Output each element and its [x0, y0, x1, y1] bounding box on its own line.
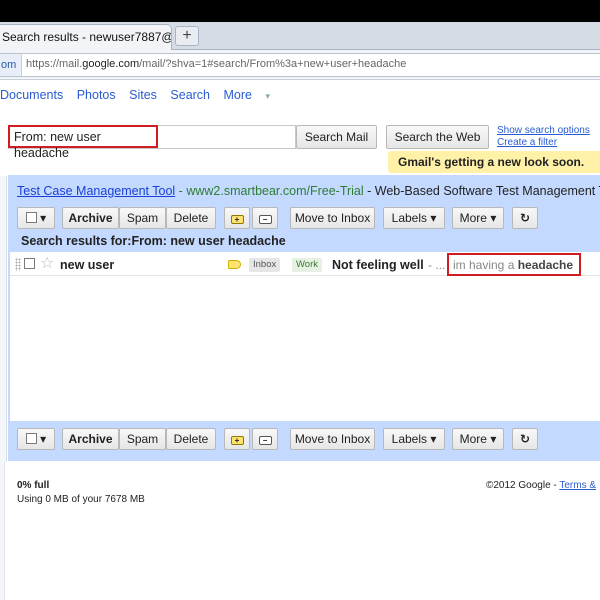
refresh-button[interactable]: ↻ [512, 428, 538, 450]
refresh-icon: ↻ [519, 432, 531, 446]
snippet-prefix: - ... [428, 258, 446, 272]
mark-not-important-button[interactable]: − [252, 207, 278, 229]
move-to-inbox-button[interactable]: Move to Inbox [290, 428, 375, 450]
select-all-checkbox[interactable] [25, 433, 37, 444]
gbar-sites[interactable]: Sites [129, 88, 157, 102]
delete-button[interactable]: Delete [166, 207, 216, 229]
mark-important-button[interactable]: + [224, 428, 250, 450]
gbar-documents[interactable]: Documents [0, 88, 63, 102]
importance-marker-icon[interactable] [228, 260, 241, 269]
label-work[interactable]: Work [292, 258, 322, 272]
url-domain: google.com [82, 58, 140, 70]
message-list [10, 252, 600, 421]
url-text[interactable]: https://mail.google.com/mail/?shva=1#sea… [26, 58, 406, 70]
gbar-search[interactable]: Search [170, 88, 210, 102]
spam-button[interactable]: Spam [119, 207, 166, 229]
search-results-header: Search results for:From: new user headac… [21, 234, 286, 248]
mark-not-important-button[interactable]: − [252, 428, 278, 450]
new-look-banner[interactable]: Gmail's getting a new look soon. [388, 151, 600, 173]
refresh-icon: ↻ [519, 211, 531, 225]
search-mail-button[interactable]: Search Mail [296, 125, 377, 149]
chevron-down-icon: ▾ [265, 91, 270, 101]
left-nav-edge [0, 176, 7, 462]
more-actions-button[interactable]: More ▾ [452, 207, 504, 229]
move-to-inbox-button[interactable]: Move to Inbox [290, 207, 375, 229]
sponsored-ad[interactable]: Test Case Management Tool - www2.smartbe… [17, 184, 600, 198]
important-plus-icon: + [230, 215, 244, 224]
ad-title[interactable]: Test Case Management Tool [17, 184, 175, 198]
chevron-down-icon: ▾ [40, 432, 47, 446]
star-icon[interactable]: ☆ [40, 253, 54, 273]
message-subject[interactable]: Not feeling well [332, 258, 424, 272]
snippet-text: im having a [453, 258, 518, 272]
archive-button[interactable]: Archive [62, 428, 119, 450]
ad-separator: - [175, 184, 187, 198]
ad-description: - Web-Based Software Test Management Too… [363, 184, 600, 198]
show-search-options-link[interactable]: Show search options [497, 125, 590, 136]
message-checkbox[interactable] [24, 258, 35, 269]
message-snippet-highlight[interactable]: im having a headache [447, 253, 581, 276]
spam-button[interactable]: Spam [119, 428, 166, 450]
browser-tab-title: Search results - newuser7887@g... [2, 30, 172, 44]
copyright-footer: ©2012 Google - Terms & [486, 480, 596, 491]
delete-button[interactable]: Delete [166, 428, 216, 450]
gbar-photos[interactable]: Photos [77, 88, 116, 102]
google-bar: Documents Photos Sites Search More ▾ [0, 88, 280, 102]
gbar-more[interactable]: More ▾ [224, 88, 281, 102]
site-identity-badge[interactable]: om [0, 54, 22, 76]
browser-tab[interactable]: Search results - newuser7887@g... [0, 24, 172, 50]
snippet-keyword: headache [517, 258, 574, 272]
select-dropdown-top[interactable]: ▾ [17, 207, 55, 229]
select-all-checkbox[interactable] [25, 212, 37, 223]
copyright-text: ©2012 Google - [486, 480, 560, 491]
more-actions-button[interactable]: More ▾ [452, 428, 504, 450]
terms-link[interactable]: Terms & [559, 480, 596, 491]
url-before: https://mail. [26, 58, 83, 70]
refresh-button[interactable]: ↻ [512, 207, 538, 229]
mark-important-button[interactable]: + [224, 207, 250, 229]
ad-url[interactable]: www2.smartbear.com/Free-Trial [186, 184, 363, 198]
labels-button[interactable]: Labels ▾ [383, 207, 445, 229]
window-top-bar [0, 0, 600, 22]
chevron-down-icon: ▾ [40, 211, 47, 225]
storage-used: Using 0 MB of your 7678 MB [17, 494, 145, 505]
search-web-button[interactable]: Search the Web [386, 125, 489, 149]
important-minus-icon: − [258, 215, 272, 224]
message-sender[interactable]: new user [60, 258, 114, 272]
archive-button[interactable]: Archive [62, 207, 119, 229]
gbar-more-label: More [223, 88, 252, 102]
labels-button[interactable]: Labels ▾ [383, 428, 445, 450]
label-inbox[interactable]: Inbox [249, 258, 281, 272]
plus-icon: + [182, 27, 192, 44]
search-query-highlight: From: new user headache [8, 125, 158, 160]
storage-percent: 0% full [17, 480, 50, 491]
important-minus-icon: − [258, 436, 272, 445]
left-edge [0, 462, 5, 600]
new-tab-button[interactable]: + [175, 26, 199, 46]
url-after: /mail/?shva=1#search/From%3a+new+user+he… [139, 58, 407, 70]
select-dropdown-bottom[interactable]: ▾ [17, 428, 55, 450]
create-filter-link[interactable]: Create a filter [497, 137, 557, 148]
important-plus-icon: + [230, 436, 244, 445]
drag-handle-icon[interactable] [15, 258, 21, 271]
